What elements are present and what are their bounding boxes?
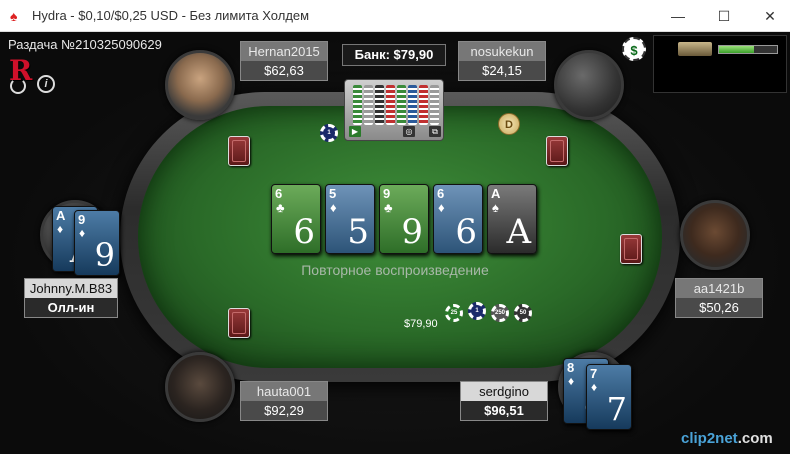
chip-column <box>430 85 439 125</box>
board-card-3: 9 ♣ 9 <box>379 184 429 254</box>
card-back <box>546 136 568 166</box>
windows-icon[interactable]: ⧉ <box>429 126 441 137</box>
pot-total: Банк: $79,90 <box>342 44 446 66</box>
player-avatar-nosukekun[interactable] <box>554 50 624 120</box>
board-card-1: 6 ♣ 6 <box>271 184 321 254</box>
player-plate-hauta[interactable]: hauta001 $92,29 <box>240 381 328 421</box>
pokerstars-icon: ♠ <box>10 8 18 24</box>
rewind-icon[interactable] <box>10 78 26 94</box>
mini-table-panel[interactable] <box>653 35 787 93</box>
board-card-4: 6 ♦ 6 <box>433 184 483 254</box>
player-avatar-aa1421b[interactable] <box>680 200 750 270</box>
minimize-button[interactable]: — <box>656 4 700 28</box>
player-stack: $96,51 <box>461 401 547 420</box>
player-plate-nosukekun[interactable]: nosukekun $24,15 <box>458 41 546 81</box>
time-bank-bar <box>718 45 778 54</box>
chip-column <box>353 85 362 125</box>
player-name: Johnny.M.B83 <box>25 279 117 298</box>
player-plate-serdgino[interactable]: serdgino $96,51 <box>460 381 548 421</box>
player-avatar-hauta[interactable] <box>165 352 235 422</box>
bet-amount: $79,90 <box>404 318 438 330</box>
chip-column <box>364 85 373 125</box>
info-icon[interactable]: i <box>37 75 55 93</box>
player-status: Олл-ин <box>25 298 117 317</box>
chip-icon: 50 <box>514 304 532 322</box>
chip-icon: 1 <box>320 124 338 142</box>
chip-icon: 25 <box>445 304 463 322</box>
player-stack: $92,29 <box>241 401 327 420</box>
chip-column <box>375 85 384 125</box>
player-name: nosukekun <box>459 42 545 61</box>
window-title: Hydra - $0,10/$0,25 USD - Без лимита Хол… <box>32 8 310 23</box>
card-back <box>228 308 250 338</box>
hand-number: Раздача №210325090629 <box>8 37 162 52</box>
player-stack: $50,26 <box>676 298 762 317</box>
chip-icon: 250 <box>491 304 509 322</box>
player-stack: $24,15 <box>459 61 545 80</box>
player-avatar-hernan[interactable] <box>165 50 235 120</box>
replay-icon[interactable]: ◎ <box>403 126 415 137</box>
player-name: hauta001 <box>241 382 327 401</box>
player-name: aa1421b <box>676 279 762 298</box>
player-name: Hernan2015 <box>241 42 327 61</box>
chip-stack-icon <box>678 42 712 56</box>
hole-card-serdgino-2: 7 ♦ 7 <box>586 364 632 430</box>
time-bank-fill <box>719 46 754 53</box>
maximize-button[interactable]: ☐ <box>702 4 746 28</box>
card-back <box>620 234 642 264</box>
chip-column <box>397 85 406 125</box>
hole-card-johnny-2: 9 ♦ 9 <box>74 210 120 276</box>
chip-column <box>419 85 428 125</box>
player-plate-aa1421b[interactable]: aa1421b $50,26 <box>675 278 763 318</box>
chip-column <box>408 85 417 125</box>
player-plate-johnny[interactable]: Johnny.M.B83 Олл-ин <box>24 278 118 318</box>
board-card-2: 5 ♦ 5 <box>325 184 375 254</box>
cashier-icon[interactable]: $ <box>622 37 646 61</box>
player-plate-hernan[interactable]: Hernan2015 $62,63 <box>240 41 328 81</box>
chip-rack-controls: ▶ ◎ ⧉ <box>344 79 444 141</box>
chip-column <box>386 85 395 125</box>
dealer-button: D <box>498 113 520 135</box>
poker-table: Раздача №210325090629 R i Банк: $79,90 ▶… <box>0 32 790 454</box>
watermark: clip2net.com <box>681 430 773 447</box>
player-stack: $62,63 <box>241 61 327 80</box>
play-button[interactable]: ▶ <box>349 126 361 137</box>
close-button[interactable]: ✕ <box>748 4 790 28</box>
window-titlebar: ♠ Hydra - $0,10/$0,25 USD - Без лимита Х… <box>0 0 790 32</box>
card-back <box>228 136 250 166</box>
chip-icon: 1 <box>468 302 486 320</box>
board-card-5: A ♠ A <box>487 184 537 254</box>
player-name: serdgino <box>461 382 547 401</box>
